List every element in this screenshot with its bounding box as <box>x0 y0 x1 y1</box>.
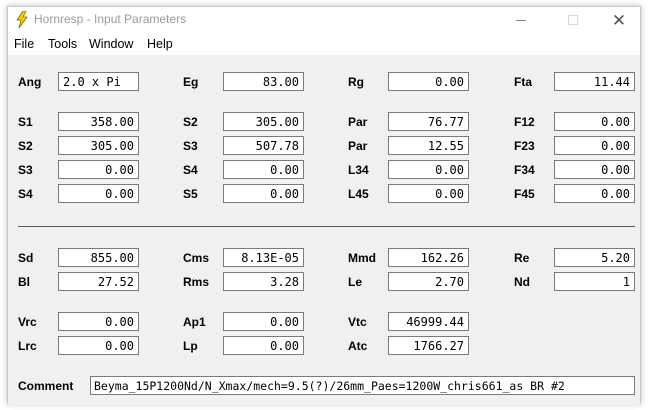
maximize-button[interactable] <box>550 7 596 33</box>
field-lrc[interactable]: 0.00 <box>58 336 139 355</box>
field-s2-b[interactable]: 305.00 <box>58 136 139 155</box>
label-rg: Rg <box>348 75 364 89</box>
label-lrc: Lrc <box>18 339 37 353</box>
field-rms[interactable]: 3.28 <box>223 272 304 291</box>
close-icon: ✕ <box>611 10 627 30</box>
field-par-1[interactable]: 76.77 <box>388 112 469 131</box>
label-s4-b: S4 <box>18 187 33 201</box>
minimize-icon <box>516 19 526 21</box>
field-l34[interactable]: 0.00 <box>388 160 469 179</box>
field-s3[interactable]: 507.78 <box>223 136 304 155</box>
label-s3-b: S3 <box>18 163 33 177</box>
hornresp-window: Hornresp - Input Parameters ✕ File Tools… <box>7 6 641 405</box>
field-par-2[interactable]: 12.55 <box>388 136 469 155</box>
label-f45: F45 <box>514 187 535 201</box>
label-rms: Rms <box>183 275 210 289</box>
label-s2-b: S2 <box>18 139 33 153</box>
label-f34: F34 <box>514 163 535 177</box>
label-s3: S3 <box>183 139 198 153</box>
label-eg: Eg <box>183 75 199 89</box>
field-f23[interactable]: 0.00 <box>554 136 635 155</box>
menu-window[interactable]: Window <box>87 36 135 52</box>
minimize-button[interactable] <box>498 7 544 33</box>
menu-bar: File Tools Window Help <box>8 33 640 55</box>
label-mmd: Mmd <box>348 251 376 265</box>
close-button[interactable]: ✕ <box>596 7 642 33</box>
label-vtc: Vtc <box>348 315 367 329</box>
field-fta[interactable]: 11.44 <box>554 72 635 91</box>
menu-help[interactable]: Help <box>145 36 175 52</box>
field-atc[interactable]: 1766.27 <box>388 336 469 355</box>
field-rg[interactable]: 0.00 <box>388 72 469 91</box>
label-s5: S5 <box>183 187 198 201</box>
maximize-icon <box>568 15 578 25</box>
field-mmd[interactable]: 162.26 <box>388 248 469 267</box>
field-eg[interactable]: 83.00 <box>223 72 304 91</box>
label-ang: Ang <box>18 75 42 89</box>
label-l34: L34 <box>348 163 369 177</box>
label-s1: S1 <box>18 115 33 129</box>
field-f12[interactable]: 0.00 <box>554 112 635 131</box>
field-le[interactable]: 2.70 <box>388 272 469 291</box>
field-f45[interactable]: 0.00 <box>554 184 635 203</box>
section-divider <box>18 226 635 227</box>
field-re[interactable]: 5.20 <box>554 248 635 267</box>
field-ang[interactable]: 2.0 x Pi <box>58 72 139 91</box>
label-f12: F12 <box>514 115 535 129</box>
field-s3-b[interactable]: 0.00 <box>58 160 139 179</box>
title-bar[interactable]: Hornresp - Input Parameters ✕ <box>8 7 640 33</box>
label-f23: F23 <box>514 139 535 153</box>
label-vrc: Vrc <box>18 315 37 329</box>
lightning-bolt-icon <box>16 11 28 28</box>
label-cms: Cms <box>183 251 210 265</box>
comment-field[interactable]: Beyma_15P1200Nd/N_Xmax/mech=9.5(?)/26mm_… <box>90 376 635 395</box>
field-s2[interactable]: 305.00 <box>223 112 304 131</box>
label-s2: S2 <box>183 115 198 129</box>
field-lp[interactable]: 0.00 <box>223 336 304 355</box>
label-l45: L45 <box>348 187 369 201</box>
field-vrc[interactable]: 0.00 <box>58 312 139 331</box>
label-comment: Comment <box>18 379 74 393</box>
field-sd[interactable]: 855.00 <box>58 248 139 267</box>
label-bl: Bl <box>18 275 30 289</box>
menu-file[interactable]: File <box>12 36 36 52</box>
label-re: Re <box>514 251 530 265</box>
window-title: Hornresp - Input Parameters <box>34 12 187 26</box>
input-parameters-panel: Ang 2.0 x Pi Eg 83.00 Rg 0.00 Fta 11.44 … <box>8 55 640 405</box>
field-ap1[interactable]: 0.00 <box>223 312 304 331</box>
field-s1[interactable]: 358.00 <box>58 112 139 131</box>
field-cms[interactable]: 8.13E-05 <box>223 248 304 267</box>
label-s4: S4 <box>183 163 198 177</box>
label-ap1: Ap1 <box>183 315 206 329</box>
label-nd: Nd <box>514 275 530 289</box>
field-bl[interactable]: 27.52 <box>58 272 139 291</box>
label-fta: Fta <box>514 75 532 89</box>
label-par-1: Par <box>348 115 368 129</box>
label-lp: Lp <box>183 339 198 353</box>
label-atc: Atc <box>348 339 368 353</box>
field-s4-b[interactable]: 0.00 <box>58 184 139 203</box>
field-vtc[interactable]: 46999.44 <box>388 312 469 331</box>
label-par-2: Par <box>348 139 368 153</box>
field-s5[interactable]: 0.00 <box>223 184 304 203</box>
field-l45[interactable]: 0.00 <box>388 184 469 203</box>
label-le: Le <box>348 275 363 289</box>
menu-tools[interactable]: Tools <box>46 36 79 52</box>
label-sd: Sd <box>18 251 34 265</box>
field-s4[interactable]: 0.00 <box>223 160 304 179</box>
field-f34[interactable]: 0.00 <box>554 160 635 179</box>
field-nd[interactable]: 1 <box>554 272 635 291</box>
